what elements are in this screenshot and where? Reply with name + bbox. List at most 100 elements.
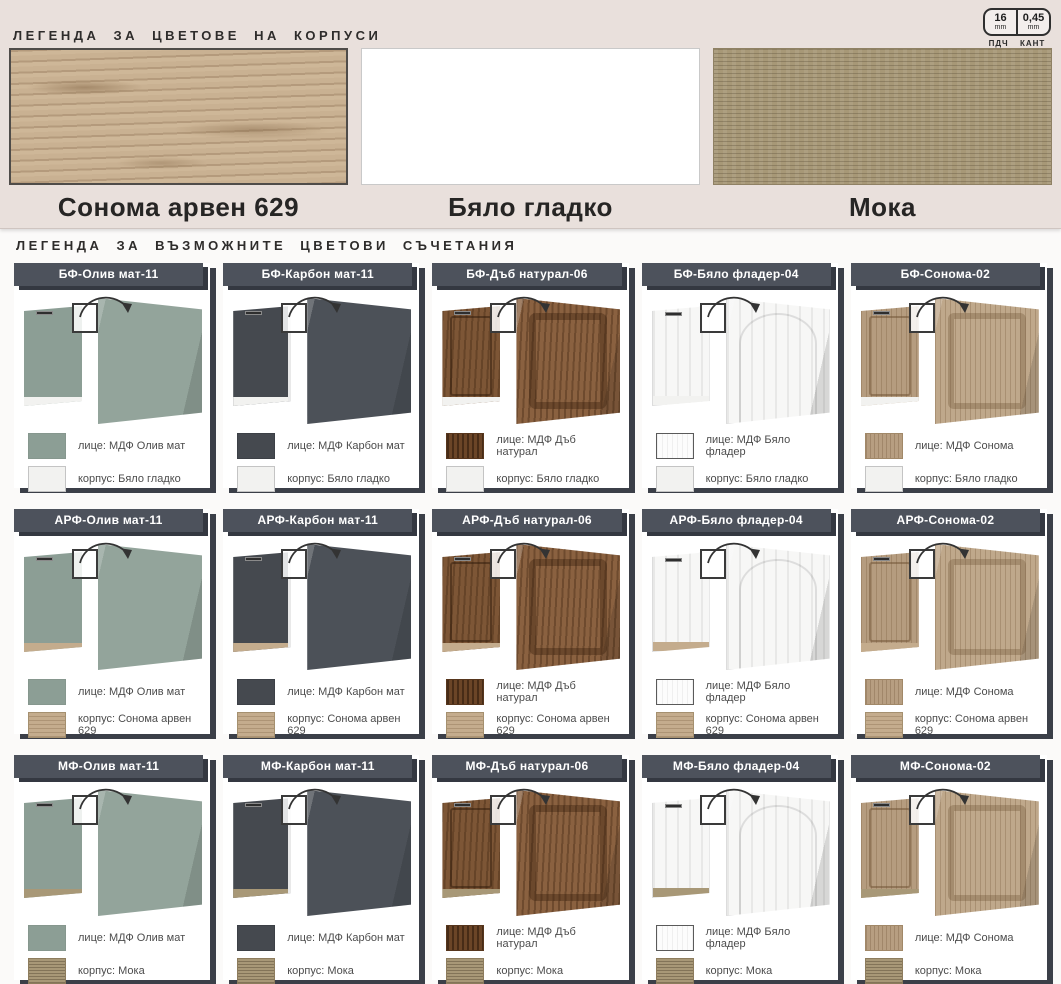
face-legend-row: лице: МДФ Сонома [865,433,1035,459]
moka-label: Мока [713,192,1052,223]
face-legend-row: лице: МДФ Дъб натурал [446,925,616,951]
body-legend-label: корпус: Сонома арвен 629 [287,713,407,737]
body-legend-label: корпус: Мока [706,965,773,977]
face-color-chip [237,433,275,459]
card-header: АРФ-Сонома-02 [851,509,1040,532]
zoom-arrow-icon [285,289,349,321]
zoom-arrow-icon [76,535,140,567]
card-header: АРФ-Бяло фладер-04 [642,509,831,532]
board-label: ПДЧ [989,39,1009,48]
card-header: МФ-Сонома-02 [851,755,1040,778]
body-legend-row: корпус: Мока [237,958,407,984]
door-illustration [851,292,1047,426]
body-color-chip [446,958,484,984]
door-plinth [24,397,82,406]
moka-swatch [713,48,1052,185]
body-color-chip [865,466,903,492]
face-legend-row: лице: МДФ Дъб натурал [446,679,616,705]
card-title: МФ-Карбон мат-11 [261,759,375,773]
combination-card: АРФ-Дъб натурал-06 лице: МДФ Дъб натурал… [432,509,628,734]
body-legend-label: корпус: Бяло гладко [78,473,181,485]
combinations-legend: ЛЕГЕНДА ЗА ВЪЗМОЖНИТЕ ЦВЕТОВИ СЪЧЕТАНИЯ … [0,229,1061,980]
door-handle [245,557,262,561]
door-handle [873,803,890,807]
door-plinth [653,396,709,405]
face-color-chip [656,679,694,705]
door-plinth [861,889,919,898]
door-plinth [233,643,288,652]
body-color-swatches: Сонома арвен 629 Бяло гладко Мока [9,48,1052,223]
door-illustration [642,784,838,918]
combination-grid: БФ-Олив мат-11 лице: МДФ Олив мат корпус… [14,263,1047,980]
card-header: БФ-Бяло фладер-04 [642,263,831,286]
door-plinth [861,643,919,652]
door-illustration [14,292,210,426]
body-legend-label: корпус: Сонома арвен 629 [706,713,826,737]
face-legend-label: лице: МДФ Олив мат [78,440,185,452]
zoom-arrow-icon [704,535,768,567]
card-title: АРФ-Сонома-02 [897,513,995,527]
combination-card: АРФ-Сонома-02 лице: МДФ Сонома корпус: С… [851,509,1047,734]
card-legend: лице: МДФ Олив мат корпус: Бяло гладко [14,433,210,492]
combination-card: МФ-Олив мат-11 лице: МДФ Олив мат корпус… [14,755,210,980]
door-illustration [432,784,628,918]
body-color-chip [446,466,484,492]
face-legend-label: лице: МДФ Сонома [915,440,1014,452]
door-plinth [233,889,288,898]
door-illustration [642,292,838,426]
edge-thickness-unit: mm [1018,24,1049,32]
card-header: АРФ-Олив мат-11 [14,509,203,532]
face-color-chip [865,679,903,705]
door-plinth [442,889,500,898]
zoom-arrow-icon [494,781,558,813]
combination-row: МФ-Олив мат-11 лице: МДФ Олив мат корпус… [14,755,1047,980]
body-legend-label: корпус: Мока [496,965,563,977]
body-legend-row: корпус: Бяло гладко [28,466,198,492]
face-color-chip [865,925,903,951]
face-color-chip [237,925,275,951]
body-legend-label: корпус: Бяло гладко [706,473,809,485]
sonoma-arven-swatch [9,48,348,185]
board-thickness: 16 mm [985,10,1016,34]
edge-thickness-value: 0,45 [1018,13,1049,24]
zoom-arrow-icon [285,535,349,567]
zoom-arrow-icon [494,289,558,321]
card-title: МФ-Дъб натурал-06 [466,759,589,773]
door-illustration [642,538,838,672]
zoom-arrow-icon [76,781,140,813]
door-illustration [223,538,419,672]
door-illustration [432,292,628,426]
body-legend-label: корпус: Сонома арвен 629 [78,713,198,737]
door-plinth [861,397,919,406]
face-color-chip [446,925,484,951]
card-header: МФ-Бяло фладер-04 [642,755,831,778]
body-color-chip [237,712,275,738]
body-color-chip [865,958,903,984]
card-title: АРФ-Карбон мат-11 [258,513,379,527]
door-handle [873,557,890,561]
face-color-chip [656,433,694,459]
door-handle [36,557,53,561]
face-legend-label: лице: МДФ Карбон мат [287,932,404,944]
face-legend-label: лице: МДФ Дъб натурал [496,680,616,704]
face-color-chip [656,925,694,951]
face-legend-row: лице: МДФ Бяло фладер [656,433,826,459]
face-legend-row: лице: МДФ Олив мат [28,679,198,705]
face-color-chip [865,433,903,459]
card-legend: лице: МДФ Карбон мат корпус: Сонома арве… [223,679,419,738]
swatch-white-smooth: Бяло гладко [361,48,700,223]
door-handle [665,312,682,316]
board-thickness-value: 16 [985,13,1016,24]
body-legend-label: корпус: Мока [915,965,982,977]
combination-card: БФ-Бяло фладер-04 лице: МДФ Бяло фладер … [642,263,838,488]
door-handle [36,803,53,807]
card-legend: лице: МДФ Бяло фладер корпус: Мока [642,925,838,984]
face-legend-row: лице: МДФ Карбон мат [237,679,407,705]
body-color-chip [656,712,694,738]
combination-card: МФ-Дъб натурал-06 лице: МДФ Дъб натурал … [432,755,628,980]
face-legend-row: лице: МДФ Карбон мат [237,925,407,951]
body-legend-row: корпус: Мока [28,958,198,984]
body-legend-row: корпус: Бяло гладко [446,466,616,492]
card-header: БФ-Дъб натурал-06 [432,263,621,286]
combination-row: АРФ-Олив мат-11 лице: МДФ Олив мат корпу… [14,509,1047,734]
